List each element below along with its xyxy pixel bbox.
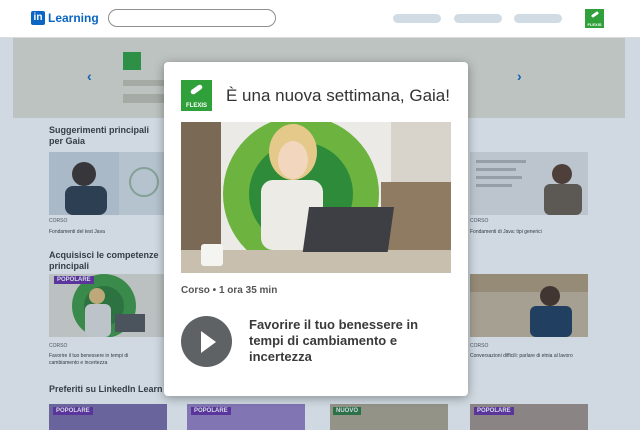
nav-item-placeholder[interactable] [514,14,562,23]
play-button[interactable] [181,316,232,367]
nav-item-placeholder[interactable] [454,14,502,23]
flexis-logo-icon [189,83,204,96]
play-icon [201,331,216,353]
welcome-modal: FLEXIS È una nuova settimana, Gaia! Cors… [164,62,468,396]
linkedin-logo-icon: in [31,11,45,25]
course-meta: Corso • 1 ora 35 min [181,285,278,296]
course-title-link[interactable]: Favorire il tuo benessere in tempi di ca… [249,317,434,365]
top-bar: in Learning FLEXIS [0,0,640,38]
flexis-logo: FLEXIS [181,80,212,111]
nav-item-placeholder[interactable] [393,14,441,23]
course-hero-image[interactable] [181,122,451,273]
flexis-logo-label: FLEXIS [587,22,602,27]
flexis-logo-icon [590,10,600,19]
linkedin-learning-logo[interactable]: in Learning [31,11,99,25]
search-input[interactable] [108,9,276,27]
flexis-account-logo[interactable]: FLEXIS [585,9,604,28]
logo-text: Learning [48,11,99,25]
modal-title: È una nuova settimana, Gaia! [226,86,450,105]
flexis-logo-label: FLEXIS [185,103,207,109]
